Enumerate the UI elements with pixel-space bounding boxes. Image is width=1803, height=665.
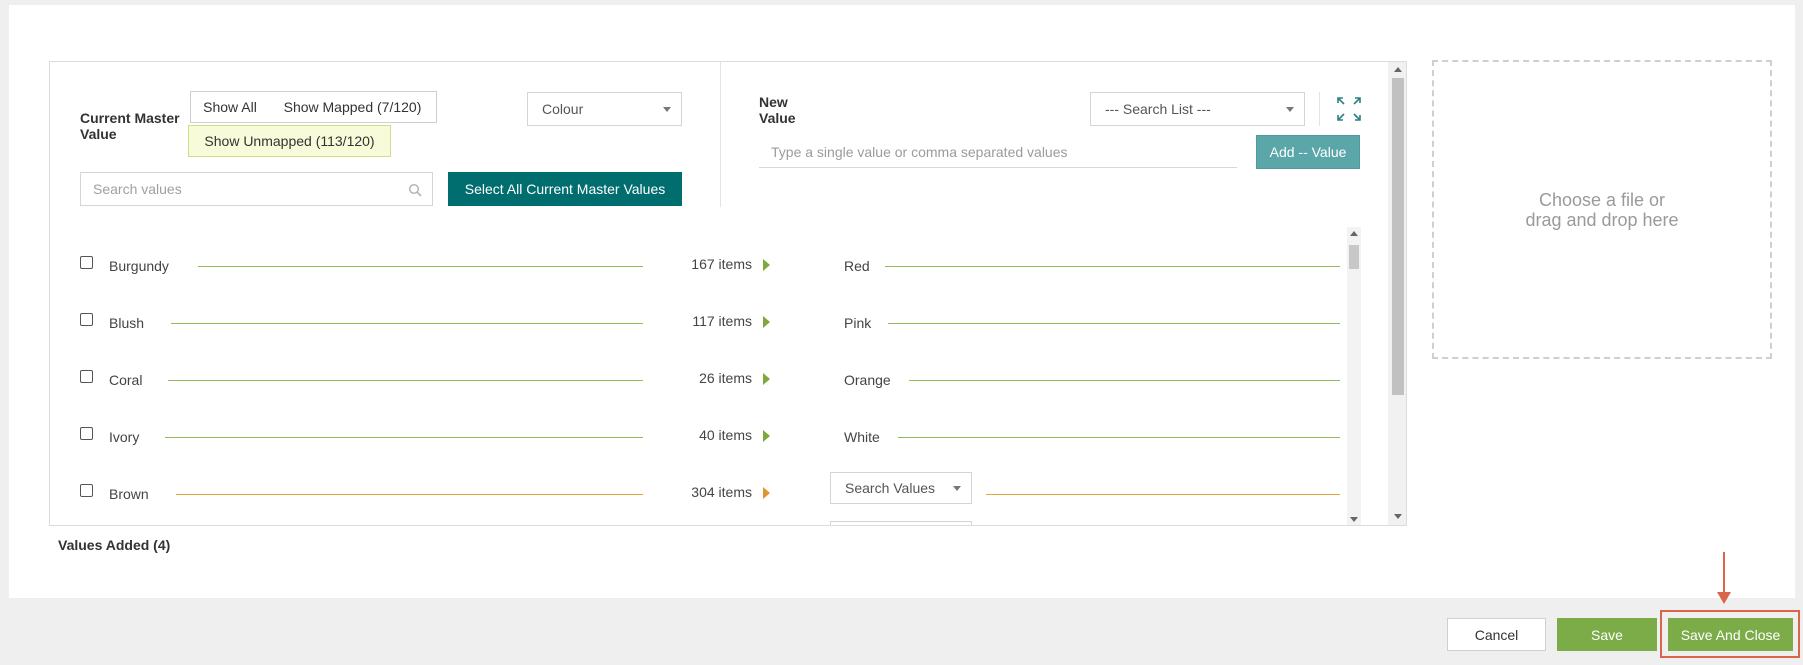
rows-scrollbar-thumb[interactable] <box>1349 245 1359 269</box>
new-value-input[interactable] <box>759 138 1237 166</box>
search-icon <box>408 183 422 197</box>
connector-line <box>165 437 643 438</box>
master-value-name: Blush <box>109 315 145 331</box>
mapped-value: Orange <box>844 372 891 388</box>
mapped-value: Pink <box>844 315 872 331</box>
chevron-down-icon <box>663 107 671 112</box>
connector-line <box>176 494 643 495</box>
connector-line <box>198 266 643 267</box>
select-all-master-values-button[interactable]: Select All Current Master Values <box>448 172 682 206</box>
master-value-name: Ivory <box>109 429 140 445</box>
chevron-down-icon <box>953 486 961 491</box>
row-checkbox[interactable] <box>80 484 93 497</box>
connector-line <box>986 494 1340 495</box>
master-value-name: Burgundy <box>109 258 169 274</box>
new-value-field[interactable] <box>759 138 1237 168</box>
mapping-card: Current Master Value Show All Show Mappe… <box>9 5 1795 598</box>
panel-scrollbar[interactable] <box>1388 62 1406 525</box>
map-arrow-icon <box>763 316 770 328</box>
values-added-label: Values Added (4) <box>58 537 171 553</box>
scroll-down-icon[interactable] <box>1350 517 1358 522</box>
connector-line <box>909 380 1340 381</box>
mapped-value: Red <box>844 258 870 274</box>
mapping-row: Brown 304 items Search Values <box>50 472 1340 525</box>
search-list-select-value: --- Search List --- <box>1105 101 1211 117</box>
master-value-name: Brown <box>109 486 149 502</box>
show-all-button[interactable]: Show All <box>190 91 270 123</box>
mapping-row: Coral 26 items Orange <box>50 358 1340 415</box>
column-divider <box>720 62 721 207</box>
search-values-field[interactable] <box>80 172 433 206</box>
save-button[interactable]: Save <box>1557 618 1657 651</box>
row-checkbox[interactable] <box>80 256 93 269</box>
dropzone-line-2: drag and drop here <box>1525 209 1679 230</box>
panel-scrollbar-thumb[interactable] <box>1392 78 1404 395</box>
item-count: 117 items <box>692 313 752 329</box>
new-value-label: New Value <box>759 94 796 126</box>
connector-line <box>168 380 643 381</box>
mapped-value: White <box>844 429 880 445</box>
scroll-up-icon[interactable] <box>1394 67 1402 72</box>
row-checkbox[interactable] <box>80 370 93 383</box>
scroll-down-icon[interactable] <box>1394 514 1402 519</box>
pointer-arrow-icon <box>1717 592 1731 604</box>
file-dropzone[interactable]: Choose a file or drag and drop here <box>1432 60 1772 359</box>
add-value-button[interactable]: Add -- Value <box>1256 135 1360 169</box>
attribute-select[interactable]: Colour <box>527 92 682 126</box>
toolbar-divider <box>1319 92 1320 126</box>
item-count: 304 items <box>691 484 752 500</box>
save-and-close-button[interactable]: Save And Close <box>1668 618 1793 651</box>
row-checkbox[interactable] <box>80 313 93 326</box>
value-mapper-panel: Current Master Value Show All Show Mappe… <box>49 61 1407 526</box>
master-value-name: Coral <box>109 372 143 388</box>
cancel-button[interactable]: Cancel <box>1447 618 1546 651</box>
connector-line <box>885 266 1340 267</box>
connector-line <box>888 323 1340 324</box>
search-list-select[interactable]: --- Search List --- <box>1090 92 1305 126</box>
connector-line <box>171 323 643 324</box>
map-arrow-icon <box>763 430 770 442</box>
show-mapped-button[interactable]: Show Mapped (7/120) <box>269 91 437 123</box>
item-count: 167 items <box>691 256 752 272</box>
item-count: 26 items <box>699 370 752 386</box>
map-arrow-icon <box>763 373 770 385</box>
current-master-value-label: Current Master Value <box>80 110 180 142</box>
next-row-select-partial <box>830 521 972 525</box>
search-values-input[interactable] <box>93 181 393 197</box>
mapping-row: Blush 117 items Pink <box>50 301 1340 358</box>
dropzone-line-1: Choose a file or <box>1538 189 1666 210</box>
attribute-select-value: Colour <box>542 101 584 117</box>
mapping-row: Burgundy 167 items Red <box>50 244 1340 301</box>
row-checkbox[interactable] <box>80 427 93 440</box>
item-count: 40 items <box>699 427 752 443</box>
search-values-select-value: Search Values <box>845 480 936 496</box>
mapping-row: Ivory 40 items White <box>50 415 1340 472</box>
search-values-select[interactable]: Search Values <box>830 472 972 504</box>
connector-line <box>898 437 1340 438</box>
scroll-up-icon[interactable] <box>1350 231 1358 236</box>
chevron-down-icon <box>1286 107 1294 112</box>
rows-scrollbar[interactable] <box>1347 227 1361 525</box>
show-unmapped-button[interactable]: Show Unmapped (113/120) <box>188 125 391 157</box>
expand-icon[interactable] <box>1336 96 1362 122</box>
map-arrow-icon <box>763 259 770 271</box>
map-arrow-icon <box>763 487 770 499</box>
